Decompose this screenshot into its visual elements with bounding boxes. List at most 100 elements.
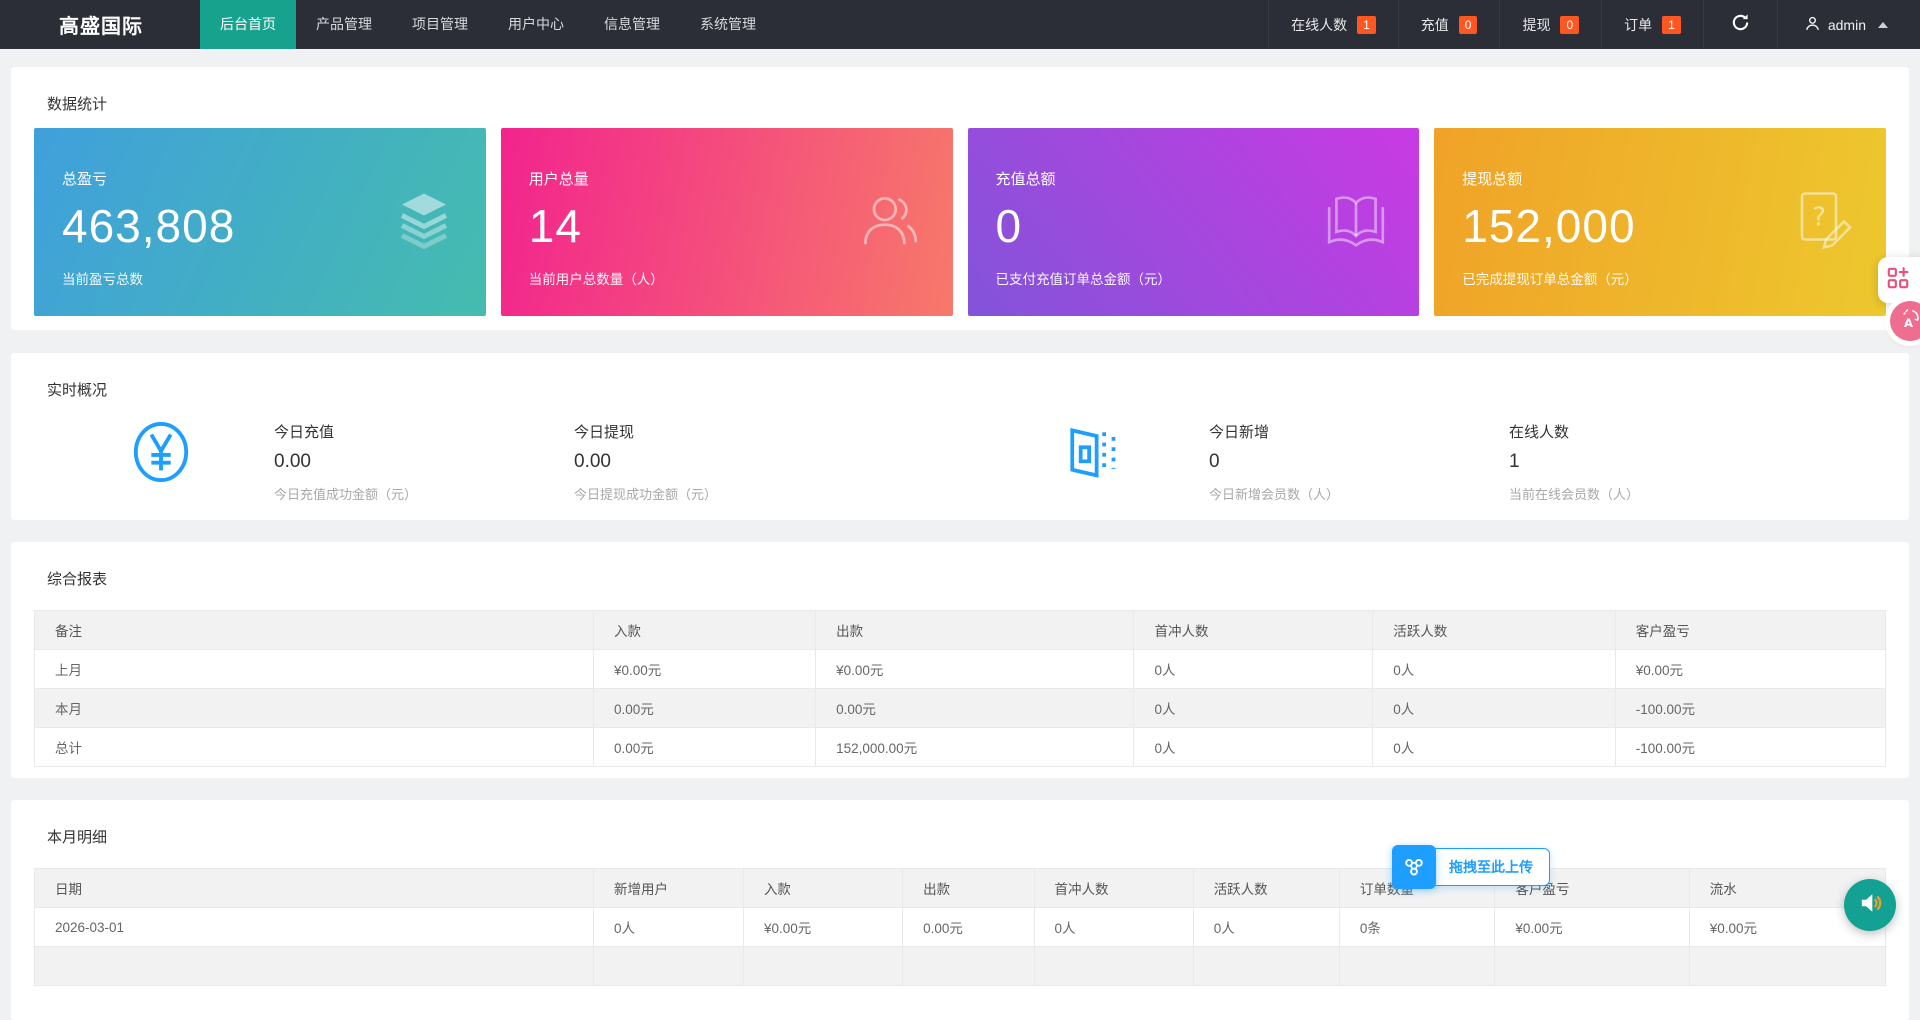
cell: 0人 [1373,728,1615,767]
realtime-sublabel: 今日提现成功金额（元） [574,484,874,503]
realtime-item-today-new: 今日新增 0 今日新增会员数（人） [1209,421,1509,503]
realtime-label: 今日提现 [574,421,874,442]
cell: 0人 [1373,689,1615,728]
card-total-users: 用户总量 14 当前用户总数量（人） [501,128,953,316]
realtime-sublabel: 今日新增会员数（人） [1209,484,1509,503]
status-orders-badge: 1 [1662,16,1681,34]
status-recharge[interactable]: 充值 0 [1398,0,1500,49]
share-nodes-icon [1392,845,1436,889]
cell: ¥0.00元 [743,908,902,947]
realtime-value: 0 [1209,451,1509,473]
realtime-item-today-withdraw: 今日提现 0.00 今日提现成功金额（元） [574,421,874,503]
card-sublabel: 已支付充值订单总金额（元） [996,268,1392,288]
realtime-label: 在线人数 [1509,421,1809,442]
cell: 0.00元 [594,689,816,728]
cell: ¥0.00元 [1495,908,1689,947]
card-label: 总盈亏 [62,168,458,189]
stat-cards-row: 总盈亏 463,808 当前盈亏总数 用户总量 14 当前用户总数量（人） [34,128,1886,316]
cell: 0.00元 [903,908,1034,947]
report-col-first-charge: 首冲人数 [1134,611,1373,650]
apps-extension-widget[interactable] [1878,257,1920,303]
person-icon [1804,15,1821,35]
nav-status-cluster: 在线人数 1 充值 0 提现 0 订单 1 [1268,0,1920,49]
card-total-withdraw: 提现总额 152,000 已完成提现订单总金额（元） ? [1434,128,1886,316]
detail-col-active: 活跃人数 [1193,869,1339,908]
cell: -100.00元 [1615,689,1885,728]
sound-fab-button[interactable] [1844,879,1896,931]
cell: 0条 [1339,908,1494,947]
realtime-value: 0.00 [574,451,874,473]
card-label: 提现总额 [1462,168,1858,189]
realtime-label: 今日充值 [274,421,574,442]
cell: 上月 [35,650,594,689]
upload-label: 拖拽至此上传 [1430,848,1550,886]
detail-col-date: 日期 [35,869,594,908]
cell: 0.00元 [594,728,816,767]
stats-section-title: 数据统计 [47,93,1886,114]
nav-item-dashboard[interactable]: 后台首页 [200,0,296,49]
drag-upload-widget[interactable]: 拖拽至此上传 [1392,845,1550,889]
report-table: 备注 入款 出款 首冲人数 活跃人数 客户盈亏 上月 ¥0.00元 ¥0.00元… [34,610,1886,767]
table-row: 上月 ¥0.00元 ¥0.00元 0人 0人 ¥0.00元 [35,650,1886,689]
panel-data-stats: 数据统计 总盈亏 463,808 当前盈亏总数 用户总量 14 当前用户总数量（… [11,67,1909,330]
card-total-recharge: 充值总额 0 已支付充值订单总金额（元） [968,128,1420,316]
cell: 2026-03-01 [35,908,594,947]
detail-col-first-charge: 首冲人数 [1034,869,1193,908]
cell: 0人 [1134,650,1373,689]
translate-extension-widget[interactable]: A [1890,301,1920,341]
card-sublabel: 当前用户总数量（人） [529,268,925,288]
cell: 本月 [35,689,594,728]
report-col-active: 活跃人数 [1373,611,1615,650]
cell: ¥0.00元 [816,650,1134,689]
svg-text:?: ? [1812,203,1826,233]
chevron-up-icon [1878,22,1888,28]
building-icon [1061,421,1121,486]
table-row [35,947,1886,986]
card-sublabel: 已完成提现订单总金额（元） [1462,268,1858,288]
users-icon [857,187,923,258]
status-online-badge: 1 [1357,16,1376,34]
brand-logo: 高盛国际 [0,0,200,49]
cell: 0人 [1373,650,1615,689]
nav-item-projects[interactable]: 项目管理 [392,0,488,49]
refresh-button[interactable] [1703,0,1777,49]
realtime-item-today-recharge: 今日充值 0.00 今日充值成功金额（元） [274,421,574,503]
detail-col-new-users: 新增用户 [594,869,744,908]
panel-month-detail: 本月明细 日期 新增用户 入款 出款 首冲人数 活跃人数 订单数量 客户盈亏 流… [11,800,1909,1020]
status-orders[interactable]: 订单 1 [1601,0,1703,49]
status-online-label: 在线人数 [1291,15,1347,35]
nav-item-system[interactable]: 系统管理 [680,0,776,49]
realtime-section-title: 实时概况 [47,379,1886,400]
realtime-sublabel: 今日充值成功金额（元） [274,484,574,503]
admin-menu[interactable]: admin [1777,0,1920,49]
layers-icon [392,188,456,257]
detail-col-out: 出款 [903,869,1034,908]
realtime-sublabel: 当前在线会员数（人） [1509,484,1809,503]
nav-item-products[interactable]: 产品管理 [296,0,392,49]
cell: 0人 [1134,689,1373,728]
cell: 0.00元 [816,689,1134,728]
cell: 0人 [1034,908,1193,947]
status-online-users[interactable]: 在线人数 1 [1268,0,1398,49]
report-col-pnl: 客户盈亏 [1615,611,1885,650]
cell: ¥0.00元 [1615,650,1885,689]
translate-icon: A [1898,307,1920,336]
status-recharge-label: 充值 [1421,15,1449,35]
card-total-pnl: 总盈亏 463,808 当前盈亏总数 [34,128,486,316]
report-header-row: 备注 入款 出款 首冲人数 活跃人数 客户盈亏 [35,611,1886,650]
realtime-row: 今日充值 0.00 今日充值成功金额（元） 今日提现 0.00 今日提现成功金额… [34,421,1886,503]
cell: 总计 [35,728,594,767]
apps-sparkle-icon [1885,265,1911,296]
nav-item-user-center[interactable]: 用户中心 [488,0,584,49]
report-section-title: 综合报表 [47,568,1886,589]
detail-col-in: 入款 [743,869,902,908]
status-withdraw-label: 提现 [1522,15,1550,35]
yen-circle-icon [130,421,192,488]
status-withdraw[interactable]: 提现 0 [1499,0,1601,49]
report-col-remark: 备注 [35,611,594,650]
nav-item-info[interactable]: 信息管理 [584,0,680,49]
report-col-out: 出款 [816,611,1134,650]
detail-section-title: 本月明细 [47,826,1886,847]
table-row: 本月 0.00元 0.00元 0人 0人 -100.00元 [35,689,1886,728]
cell: ¥0.00元 [594,650,816,689]
